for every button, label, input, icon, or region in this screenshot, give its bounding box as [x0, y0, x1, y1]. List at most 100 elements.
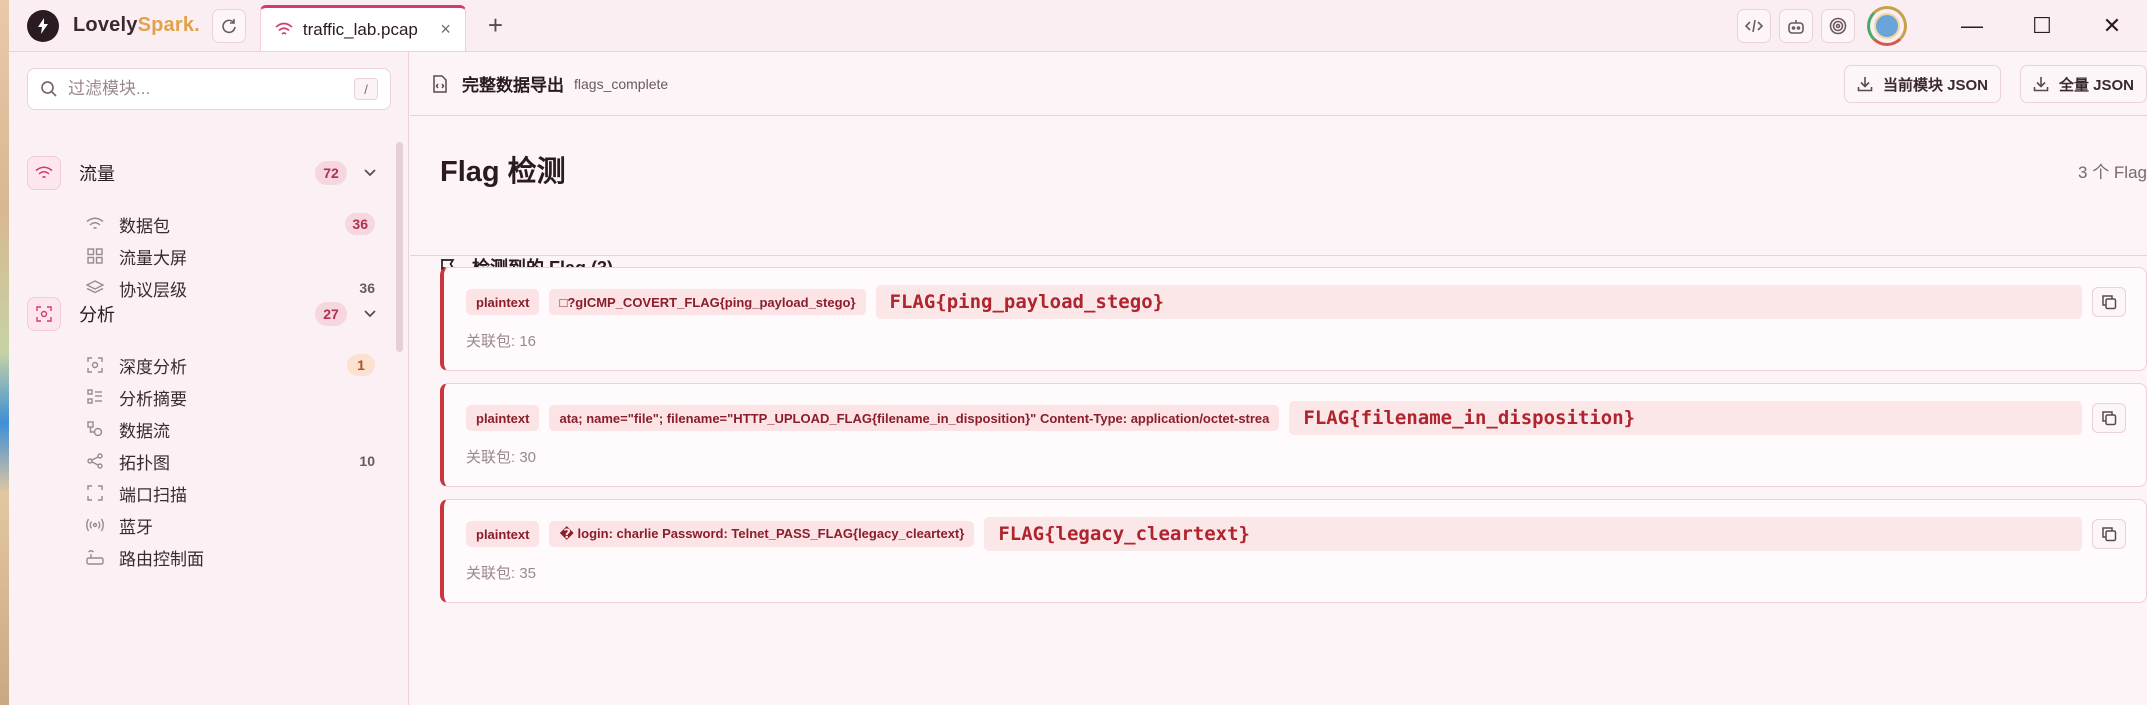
file-code-icon — [433, 74, 447, 93]
flag-value[interactable]: FLAG{ping_payload_stego} — [875, 285, 2082, 319]
flag-type-badge: plaintext — [466, 405, 540, 431]
tab-title: traffic_lab.pcap — [302, 19, 418, 39]
sidebar-group-label: 分析 — [79, 305, 115, 325]
copy-icon — [2102, 527, 2117, 542]
wifi-icon — [85, 214, 105, 234]
sidebar-item-count: 36 — [345, 213, 375, 235]
sidebar-group[interactable]: 流量 72 — [27, 151, 387, 195]
target-button[interactable] — [1821, 9, 1855, 43]
export-current-label: 当前模块 JSON — [1882, 76, 1988, 94]
sidebar: / 流量72数据包36流量大屏协议层级36分析27深度分析1分析摘要数据流拓扑图… — [9, 52, 409, 705]
close-window-button[interactable]: ✕ — [2077, 0, 2147, 52]
sidebar-item-count: 10 — [359, 453, 375, 469]
minimize-button[interactable]: — — [1937, 0, 2007, 52]
tab-traffic-lab[interactable]: traffic_lab.pcap × — [259, 5, 466, 51]
search-icon — [41, 81, 57, 97]
flag-row: plaintext � login: charlie Password: Teln… — [466, 517, 2126, 551]
sidebar-item[interactable]: 流量大屏 — [85, 238, 381, 274]
related-packet: 关联包: 16 — [466, 333, 537, 350]
sidebar-item-label: 流量大屏 — [119, 248, 187, 268]
section-header: Flag 检测 3 个 Flag — [410, 116, 2147, 256]
copy-button[interactable] — [2092, 403, 2126, 433]
title-bar: LovelySpark. traffic_lab.pcap × + — ☐ ✕ — [9, 0, 2147, 52]
flag-card: plaintext ata; name="file"; filename="HTT… — [440, 383, 2147, 487]
page-title: Flag 检测 — [440, 156, 566, 188]
robot-button[interactable] — [1779, 9, 1813, 43]
scan-icon — [27, 297, 61, 331]
grid-icon — [85, 246, 105, 266]
sidebar-item[interactable]: 端口扫描 — [85, 475, 381, 511]
frame-icon — [85, 483, 105, 503]
sidebar-group-count: 27 — [315, 302, 347, 326]
router-icon — [85, 547, 105, 567]
flag-card: plaintext � login: charlie Password: Teln… — [440, 499, 2147, 603]
target-icon — [1829, 17, 1847, 35]
sidebar-group-label: 流量 — [79, 164, 115, 184]
flag-context: ata; name="file"; filename="HTTP_UPLOAD_… — [549, 405, 1280, 431]
related-packet: 关联包: 35 — [466, 565, 537, 582]
sidebar-item-label: 数据包 — [119, 216, 170, 236]
sidebar-group[interactable]: 分析 27 — [27, 292, 387, 336]
sidebar-item[interactable]: 路由控制面 — [85, 539, 381, 575]
sidebar-item-label: 分析摘要 — [119, 389, 187, 409]
share-icon — [85, 451, 105, 471]
filter-input[interactable] — [68, 79, 354, 99]
scan-icon — [85, 355, 105, 375]
sidebar-item[interactable]: 拓扑图 10 — [85, 443, 381, 479]
app-logo — [27, 9, 59, 42]
sidebar-item-label: 端口扫描 — [119, 485, 187, 505]
code-button[interactable] — [1737, 9, 1771, 43]
chevron-down-icon — [364, 310, 376, 318]
sidebar-scrollbar[interactable] — [396, 142, 403, 352]
copy-button[interactable] — [2092, 519, 2126, 549]
sidebar-item[interactable]: 深度分析 1 — [85, 347, 381, 383]
export-title: 完整数据导出 — [462, 76, 564, 95]
flow-icon — [85, 419, 105, 439]
sidebar-item-count: 1 — [347, 354, 375, 376]
sidebar-item-label: 数据流 — [119, 421, 170, 441]
avatar[interactable] — [1867, 6, 1907, 46]
code-icon — [1745, 19, 1763, 33]
export-current-json-button[interactable]: 当前模块 JSON — [1843, 65, 2001, 103]
flag-context: □?gICMP_COVERT_FLAG{ping_payload_stego} — [549, 289, 866, 315]
flag-value[interactable]: FLAG{filename_in_disposition} — [1289, 401, 2082, 435]
list-icon — [85, 387, 105, 407]
new-tab-button[interactable]: + — [488, 10, 503, 41]
broadcast-icon — [85, 515, 105, 535]
export-bar: 完整数据导出 flags_complete 当前模块 JSON 全量 JSON — [410, 52, 2147, 116]
flag-row: plaintext ata; name="file"; filename="HTT… — [466, 401, 2126, 435]
sidebar-item-label: 深度分析 — [119, 357, 187, 377]
chevron-down-icon — [364, 169, 376, 177]
sidebar-item[interactable]: 数据包 36 — [85, 206, 381, 242]
maximize-button[interactable]: ☐ — [2007, 0, 2077, 52]
refresh-button[interactable] — [211, 8, 246, 43]
sidebar-item-label: 蓝牙 — [119, 517, 153, 537]
flag-value[interactable]: FLAG{legacy_cleartext} — [984, 517, 2082, 551]
sidebar-item[interactable]: 分析摘要 — [85, 379, 381, 415]
main-content: 完整数据导出 flags_complete 当前模块 JSON 全量 JSON … — [410, 52, 2147, 705]
flag-context: � login: charlie Password: Telnet_PASS_F… — [549, 521, 975, 547]
export-all-json-button[interactable]: 全量 JSON — [2019, 65, 2147, 103]
wifi-icon — [275, 22, 293, 35]
copy-icon — [2102, 295, 2117, 310]
download-icon — [2033, 77, 2049, 92]
desktop-background-strip — [0, 0, 9, 705]
app-brand: LovelySpark. — [73, 14, 200, 36]
sidebar-item-label: 拓扑图 — [119, 453, 170, 473]
refresh-icon — [222, 18, 236, 33]
wifi-icon — [27, 156, 61, 190]
copy-icon — [2102, 411, 2117, 426]
flag-type-badge: plaintext — [466, 521, 540, 547]
flag-card: plaintext □?gICMP_COVERT_FLAG{ping_payloa… — [440, 267, 2147, 371]
robot-icon — [1788, 20, 1804, 34]
sidebar-item[interactable]: 蓝牙 — [85, 507, 381, 543]
flag-type-badge: plaintext — [466, 289, 540, 315]
title-bar-right: — ☐ ✕ — [1737, 0, 2147, 52]
sidebar-item-label: 路由控制面 — [119, 549, 204, 569]
sidebar-item[interactable]: 数据流 — [85, 411, 381, 447]
export-subtitle: flags_complete — [574, 75, 669, 92]
sidebar-group-count: 72 — [315, 161, 347, 185]
tab-close-button[interactable]: × — [440, 19, 451, 40]
copy-button[interactable] — [2092, 287, 2126, 317]
download-icon — [1857, 77, 1873, 92]
